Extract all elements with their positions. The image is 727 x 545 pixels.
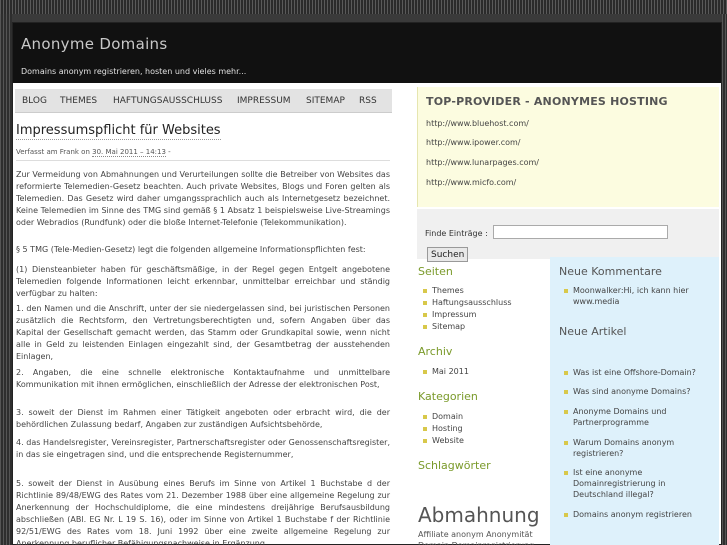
widget-title-seiten: Seiten: [418, 265, 453, 278]
widget-title-schlagwoerter: Schlagwörter: [418, 459, 491, 472]
bullet-icon: [423, 415, 427, 419]
sidebar-left: Seiten Themes Haftungsausschluss Impress…: [417, 257, 549, 545]
site-header: Anonyme Domains Domains anonym registrie…: [13, 23, 721, 83]
provider-link[interactable]: http://www.bluehost.com/: [426, 119, 529, 128]
post-paragraph: 5. soweit der Dienst in Ausübung eines B…: [16, 479, 390, 545]
comment-item[interactable]: Moonwalker:Hi, ich kann hier www.media: [573, 285, 713, 307]
sidebar-item-themes[interactable]: Themes: [432, 285, 464, 296]
search-input[interactable]: [493, 225, 668, 239]
search-label: Finde Einträge :: [425, 229, 488, 238]
article-item[interactable]: Anonyme Domains und Partnerprogramme: [573, 406, 713, 428]
provider-link[interactable]: http://www.ipower.com/: [426, 138, 520, 147]
provider-link[interactable]: http://www.micfo.com/: [426, 178, 516, 187]
post-meta: Verfasst am Frank on 30. Mai 2011 – 14:1…: [16, 148, 171, 157]
background-stripes-left: [0, 14, 12, 545]
article-item[interactable]: Was ist eine Offshore-Domain?: [573, 367, 713, 378]
nav-item-themes[interactable]: THEMES: [60, 96, 97, 106]
article-item[interactable]: Ist eine anonyme Domainregistrierung in …: [573, 467, 713, 500]
post-paragraph: 4. das Handelsregister, Vereinsregister,…: [16, 438, 390, 459]
background-stripes-right: [722, 14, 727, 545]
sidebar-right: Neue Kommentare Moonwalker:Hi, ich kann …: [550, 257, 719, 545]
top-provider-widget: TOP-PROVIDER - ANONYMES HOSTING http://w…: [417, 87, 719, 207]
sidebar-item-impressum[interactable]: Impressum: [432, 309, 476, 320]
site-tagline: Domains anonym registrieren, hosten und …: [21, 67, 247, 76]
sidebar-item-sitemap[interactable]: Sitemap: [432, 321, 465, 332]
bullet-icon: [423, 427, 427, 431]
post-paragraph: 2. Angaben, die eine schnelle elektronis…: [16, 368, 390, 389]
article-item[interactable]: Domains anonym registrieren: [573, 509, 713, 520]
background-stripes-top: [0, 0, 727, 14]
sidebar-item-haftungsausschluss[interactable]: Haftungsausschluss: [432, 297, 512, 308]
post-meta-suffix: -: [168, 148, 171, 156]
post-paragraph: (1) Diensteanbieter haben für geschäftsm…: [16, 265, 390, 298]
bullet-icon: [564, 513, 568, 517]
post-paragraph: 3. soweit der Dienst im Rahmen einer Tät…: [16, 408, 390, 429]
search-widget: Finde Einträge : Suchen: [417, 209, 719, 262]
widget-title-kategorien: Kategorien: [418, 390, 478, 403]
nav-item-sitemap[interactable]: SITEMAP: [306, 96, 345, 106]
post-divider: [16, 160, 390, 161]
article-item[interactable]: Warum Domains anonym registrieren?: [573, 437, 713, 459]
sidebar-item-hosting[interactable]: Hosting: [432, 423, 463, 434]
post-date-link[interactable]: 30. Mai 2011 – 14:13: [92, 148, 166, 157]
post-paragraph: Zur Vermeidung von Abmahnungen und Verur…: [16, 170, 390, 227]
bullet-icon: [564, 471, 568, 475]
bullet-icon: [423, 289, 427, 293]
sidebar-item-website[interactable]: Website: [432, 435, 464, 446]
bullet-icon: [564, 371, 568, 375]
bullet-icon: [564, 410, 568, 414]
bullet-icon: [564, 390, 568, 394]
nav-item-impressum[interactable]: IMPRESSUM: [237, 96, 291, 106]
post-meta-prefix: Verfasst am Frank on: [16, 148, 90, 156]
main-nav: BLOG THEMES HAFTUNGSAUSSCHLUSS IMPRESSUM…: [15, 89, 392, 113]
widget-title-neue-kommentare: Neue Kommentare: [559, 265, 662, 278]
widget-title-archiv: Archiv: [418, 345, 453, 358]
widget-title-neue-artikel: Neue Artikel: [559, 325, 627, 338]
bullet-icon: [423, 325, 427, 329]
post-title[interactable]: Impressumspflicht für Websites: [16, 123, 221, 140]
article-item[interactable]: Was sind anonyme Domains?: [573, 386, 713, 397]
sidebar-item-archive-month[interactable]: Mai 2011: [432, 366, 469, 377]
bullet-icon: [564, 441, 568, 445]
site-title[interactable]: Anonyme Domains: [21, 35, 167, 53]
bullet-icon: [423, 439, 427, 443]
tag-abmahnung[interactable]: Abmahnung: [418, 503, 540, 527]
post-paragraph: § 5 TMG (Tele-Medien-Gesetz) legt die fo…: [16, 245, 366, 254]
page-wrapper: Anonyme Domains Domains anonym registrie…: [12, 22, 722, 545]
bullet-icon: [423, 313, 427, 317]
bullet-icon: [564, 289, 568, 293]
sidebar-item-domain[interactable]: Domain: [432, 411, 463, 422]
bullet-icon: [423, 370, 427, 374]
post-paragraph: 1. den Namen und die Anschrift, unter de…: [16, 304, 390, 361]
provider-link[interactable]: http://www.lunarpages.com/: [426, 158, 539, 167]
tag-cloud[interactable]: Affiliate anonym Anonymität Domain Domai…: [418, 529, 550, 545]
nav-item-haftungsausschluss[interactable]: HAFTUNGSAUSSCHLUSS: [113, 96, 222, 106]
nav-item-rss[interactable]: RSS: [359, 96, 377, 106]
top-provider-title: TOP-PROVIDER - ANONYMES HOSTING: [426, 95, 668, 108]
bullet-icon: [423, 301, 427, 305]
nav-item-blog[interactable]: BLOG: [22, 96, 47, 106]
